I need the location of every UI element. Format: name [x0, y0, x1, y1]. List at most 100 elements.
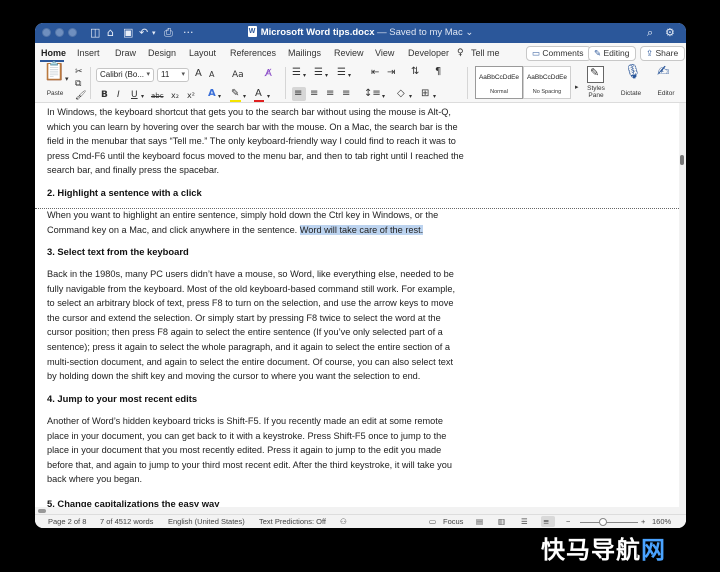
tab-insert[interactable]: Insert — [77, 47, 100, 59]
focus-icon[interactable]: ▭ — [429, 517, 436, 527]
font-color-icon[interactable]: A — [255, 88, 262, 100]
bullets-icon[interactable]: ☰ — [292, 67, 301, 79]
print-layout-icon[interactable]: ▥ — [498, 517, 505, 527]
shrink-font-button[interactable]: A — [209, 69, 214, 81]
focus-button[interactable]: Focus — [443, 517, 463, 527]
tab-layout[interactable]: Layout — [189, 47, 216, 59]
highlight-dropdown-icon[interactable]: ▾ — [243, 91, 246, 103]
tab-references[interactable]: References — [230, 47, 276, 59]
increase-indent-icon[interactable]: ⇥ — [387, 67, 395, 79]
bullets-dropdown-icon[interactable]: ▾ — [303, 70, 306, 82]
heading-2: 2. Highlight a sentence with a click — [47, 187, 202, 198]
tell-me-field[interactable]: Tell me — [471, 47, 500, 59]
style-no-spacing[interactable]: AaBbCcDdEe No Spacing — [523, 66, 571, 99]
document-canvas[interactable]: In Windows, the keyboard shortcut that g… — [35, 103, 679, 507]
page-count[interactable]: Page 2 of 8 — [48, 517, 86, 527]
text-effects-icon[interactable]: A — [208, 88, 216, 100]
subscript-button[interactable]: x₂ — [171, 90, 179, 102]
highlight-color-icon[interactable]: ✎ — [231, 88, 239, 100]
font-size-combo[interactable]: 11 ▾ — [157, 68, 189, 82]
tab-view[interactable]: View — [375, 47, 394, 59]
sort-icon[interactable]: ⇅ — [411, 66, 419, 78]
text-predictions-status[interactable]: Text Predictions: Off — [259, 517, 326, 527]
divider — [90, 67, 91, 99]
selected-text[interactable]: Word will take care of the rest. — [299, 224, 424, 235]
font-name-combo[interactable]: Calibri (Bo... ▾ — [96, 68, 154, 82]
word-document-icon — [247, 25, 257, 39]
tab-home[interactable]: Home — [41, 47, 66, 59]
search-icon[interactable]: ⌕ — [647, 25, 653, 41]
zoom-out-icon[interactable]: − — [566, 517, 570, 527]
heading-5: 5. Change capitalizations the easy way — [47, 498, 220, 507]
align-left-icon[interactable]: ≡ — [294, 88, 302, 100]
zoom-in-icon[interactable]: + — [641, 517, 645, 527]
language-status[interactable]: English (United States) — [168, 517, 245, 527]
shading-dropdown-icon[interactable]: ▾ — [409, 91, 412, 103]
comments-button[interactable]: ▭ Comments — [526, 46, 591, 61]
decrease-indent-icon[interactable]: ⇤ — [371, 67, 379, 79]
tab-review[interactable]: Review — [334, 47, 364, 59]
chevron-down-icon: ▾ — [146, 71, 150, 78]
dictate-label[interactable]: Dictate — [616, 90, 646, 97]
change-case-button[interactable]: Aa — [232, 69, 244, 81]
paste-dropdown-icon[interactable]: ▾ — [65, 73, 69, 85]
format-painter-icon[interactable]: 🖌 — [75, 90, 86, 102]
clear-formatting-icon[interactable]: A̸ — [265, 68, 272, 80]
multilevel-dropdown-icon[interactable]: ▾ — [348, 70, 351, 82]
style-normal[interactable]: AaBbCcDdEe Normal — [475, 66, 523, 99]
horizontal-scroll-thumb[interactable] — [38, 509, 46, 513]
tab-mailings[interactable]: Mailings — [288, 47, 321, 59]
tab-draw[interactable]: Draw — [115, 47, 136, 59]
draft-view-icon[interactable]: ≡ — [543, 517, 549, 527]
cut-icon[interactable]: ✂ — [75, 66, 83, 78]
align-right-icon[interactable]: ≡ — [326, 88, 334, 100]
styles-pane-label[interactable]: Styles Pane — [581, 85, 611, 99]
read-mode-icon[interactable]: ▤ — [476, 517, 483, 527]
tab-design[interactable]: Design — [148, 47, 176, 59]
multilevel-list-icon[interactable]: ☰ — [337, 67, 346, 79]
borders-icon[interactable]: ⊞ — [421, 88, 429, 100]
show-formatting-marks-icon[interactable]: ¶ — [435, 66, 441, 78]
shading-icon[interactable]: ◇ — [397, 88, 405, 100]
grow-font-button[interactable]: A — [195, 68, 202, 80]
italic-button[interactable]: I — [117, 89, 120, 101]
copy-icon[interactable]: ⧉ — [75, 78, 81, 90]
paste-label: Paste — [46, 90, 64, 97]
share-button[interactable]: ⇪ Share — [640, 46, 686, 61]
ribbon-home: 📋 ▾ Paste ✂ ⧉ 🖌 Calibri (Bo... ▾ 11 ▾ A A … — [35, 63, 686, 103]
vertical-scroll-thumb[interactable] — [680, 155, 684, 165]
superscript-button[interactable]: x² — [187, 90, 195, 102]
chevron-down-icon: ▾ — [181, 71, 185, 78]
text-effects-dropdown-icon[interactable]: ▾ — [218, 91, 221, 103]
saved-status[interactable]: — Saved to my Mac ⌄ — [377, 27, 473, 38]
line-spacing-dropdown-icon[interactable]: ▾ — [382, 91, 385, 103]
numbering-icon[interactable]: ☰ — [314, 67, 323, 79]
numbering-dropdown-icon[interactable]: ▾ — [325, 70, 328, 82]
align-center-icon[interactable]: ≡ — [310, 88, 318, 100]
zoom-level[interactable]: 160% — [652, 517, 671, 527]
editing-button[interactable]: ✎ Editing — [588, 46, 637, 61]
borders-dropdown-icon[interactable]: ▾ — [433, 91, 436, 103]
accessibility-icon[interactable]: ⚇ — [340, 517, 347, 527]
strikethrough-button[interactable]: abc — [151, 90, 164, 102]
line-spacing-icon[interactable]: ↕≡ — [364, 88, 381, 100]
editor-label[interactable]: Editor — [652, 90, 680, 97]
horizontal-scrollbar[interactable] — [35, 507, 686, 514]
settings-icon[interactable]: ⚙ — [665, 25, 675, 41]
underline-button[interactable]: U — [131, 89, 138, 101]
outline-view-icon[interactable]: ☰ — [521, 517, 528, 527]
justify-icon[interactable]: ≡ — [342, 88, 350, 100]
zoom-slider-knob[interactable] — [599, 518, 608, 526]
word-count[interactable]: 7 of 4512 words — [100, 517, 153, 527]
microphone-icon[interactable]: 🎙 — [624, 65, 642, 79]
styles-gallery-expand-icon[interactable]: ▸ — [575, 81, 579, 93]
comment-icon: ▭ — [532, 48, 543, 58]
font-color-dropdown-icon[interactable]: ▾ — [267, 91, 270, 103]
bold-button[interactable]: B — [101, 89, 108, 101]
paste-clipboard-icon[interactable]: 📋 — [43, 63, 65, 81]
lightbulb-icon: ♀ — [457, 48, 464, 58]
zoom-slider-track[interactable] — [580, 522, 638, 523]
tab-developer[interactable]: Developer — [408, 47, 449, 59]
underline-dropdown-icon[interactable]: ▾ — [141, 91, 144, 103]
editor-icon[interactable]: ✍ — [657, 64, 670, 79]
